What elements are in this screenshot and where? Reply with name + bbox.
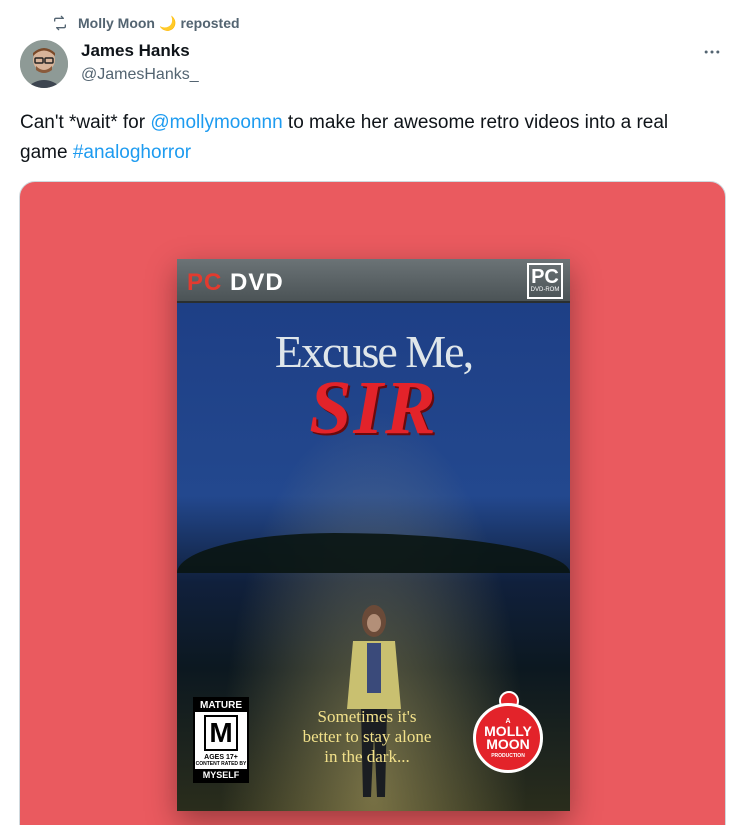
logo-name: MOLLY MOON: [484, 722, 532, 752]
more-options-button[interactable]: [700, 40, 724, 64]
pc-badge-small: DVD-ROM: [530, 287, 560, 293]
repost-icon: [54, 15, 66, 31]
pc-badge-big: PC: [531, 266, 559, 288]
logo-suffix: PRODUCTION: [491, 752, 525, 759]
author-handle[interactable]: @JamesHanks_: [81, 66, 199, 84]
rating-header: MATURE: [195, 699, 247, 712]
cover-title-line2: SIR: [309, 366, 438, 450]
mention-link[interactable]: @mollymoonnn: [150, 112, 282, 133]
rating-footer: MYSELF: [195, 769, 247, 781]
pc-label: PC: [187, 269, 223, 296]
game-box-cover: PC DVD PC DVD-ROM Excuse Me, SIR Sometim…: [177, 259, 570, 811]
pc-dvd-rom-badge: PC DVD-ROM: [527, 263, 563, 299]
repost-user-name[interactable]: Molly Moon: [78, 15, 155, 31]
rating-letter: M: [204, 715, 238, 751]
avatar-photo: [20, 40, 68, 88]
rating-age: AGES 17+: [204, 754, 238, 761]
media-image[interactable]: PC DVD PC DVD-ROM Excuse Me, SIR Sometim…: [19, 181, 726, 825]
repost-header: Molly Moon 🌙 reposted: [52, 13, 240, 33]
moon-emoji: 🌙: [159, 14, 177, 31]
cover-top-banner: PC DVD PC DVD-ROM: [177, 259, 570, 303]
woman-figure: [347, 605, 401, 797]
tweet-text: Can't *wait* for @mollymoonnn to make he…: [20, 108, 720, 168]
rating-note: CONTENT RATED BY: [195, 761, 247, 767]
tweet-text-part1: Can't *wait* for: [20, 112, 151, 133]
pc-dvd-label: PC DVD: [187, 269, 284, 297]
treeline: [177, 533, 570, 573]
molly-moon-logo: A MOLLY MOON PRODUCTION: [473, 703, 543, 773]
more-icon: [704, 50, 720, 54]
esrb-rating-badge: MATURE M AGES 17+ CONTENT RATED BY MYSEL…: [193, 697, 249, 783]
author-name[interactable]: James Hanks: [81, 41, 190, 61]
cover-tagline: Sometimes it's better to stay alone in t…: [302, 707, 432, 766]
repost-label: reposted: [180, 15, 240, 31]
avatar[interactable]: [20, 40, 68, 88]
hashtag-link[interactable]: #analoghorror: [73, 142, 191, 163]
dvd-label: DVD: [230, 269, 284, 296]
repost-user[interactable]: Molly Moon 🌙 reposted: [78, 15, 240, 32]
